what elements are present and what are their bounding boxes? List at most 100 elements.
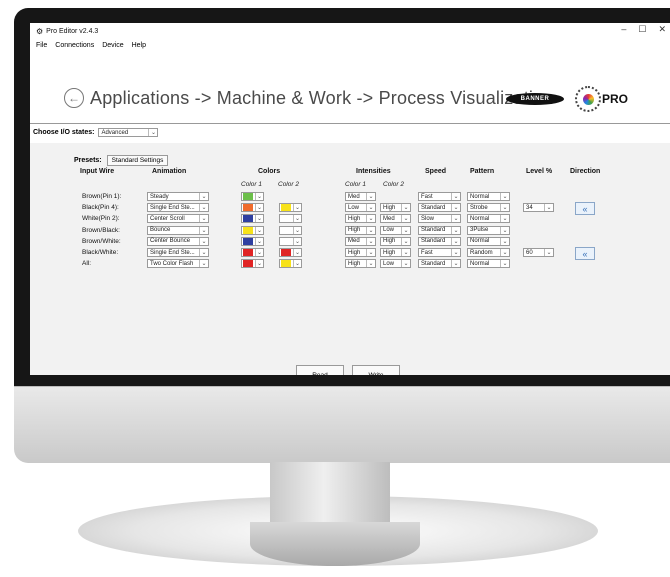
intensity2-select[interactable]: High ⌄	[380, 203, 411, 213]
color1-select[interactable]: ⌄	[241, 236, 264, 246]
color-swatch	[281, 227, 291, 234]
chevron-down-icon: ⌄	[544, 249, 553, 256]
read-button[interactable]: Read	[296, 365, 344, 375]
color1-select[interactable]: ⌄	[241, 248, 264, 257]
level-select[interactable]: 34 ⌄	[523, 203, 554, 213]
chevron-down-icon: ⌄	[293, 237, 301, 245]
intensity2-select[interactable]: Med ⌄	[380, 214, 411, 224]
intensity1-select[interactable]: High ⌄	[345, 248, 376, 257]
intensity1-select[interactable]: High ⌄	[345, 225, 376, 235]
write-button[interactable]: Write	[352, 365, 400, 375]
chevron-down-icon: ⌄	[401, 215, 410, 223]
pattern-select[interactable]: Normal ⌄	[467, 192, 510, 201]
chevron-down-icon: ⌄	[255, 260, 263, 268]
header-input-wire: Input Wire	[80, 168, 115, 175]
chevron-down-icon: ⌄	[401, 226, 410, 234]
maximize-button[interactable]: ☐	[638, 24, 646, 35]
pattern-select[interactable]: Normal ⌄	[467, 259, 510, 269]
chevron-down-icon: ⌄	[293, 249, 301, 256]
animation-select[interactable]: Two Color Flash ⌄	[147, 259, 209, 269]
color-swatch	[243, 193, 253, 200]
chevron-down-icon: ⌄	[199, 260, 208, 268]
intensity1-select[interactable]: High ⌄	[345, 214, 376, 224]
color1-select[interactable]: ⌄	[241, 259, 264, 269]
chevron-down-icon: ⌄	[293, 260, 301, 268]
color2-select[interactable]: ⌄	[279, 248, 302, 257]
input-wire-label: Brown/Black:	[82, 226, 120, 234]
banner-logo: BANNER	[506, 93, 564, 105]
color2-select[interactable]: ⌄	[279, 225, 302, 235]
level-select[interactable]: 60 ⌄	[523, 248, 554, 257]
color-swatch	[243, 215, 253, 223]
speed-select[interactable]: Standard ⌄	[418, 203, 461, 213]
back-arrow-icon[interactable]: ←	[64, 88, 84, 108]
intensity2-select[interactable]: High ⌄	[380, 248, 411, 257]
pattern-select[interactable]: Random ⌄	[467, 248, 510, 257]
settings-panel: Presets: Standard Settings Input Wire An…	[30, 143, 670, 375]
chevron-down-icon: ⌄	[255, 237, 263, 245]
chevron-down-icon: ⌄	[500, 193, 509, 200]
animation-select[interactable]: Center Bounce ⌄	[147, 236, 209, 246]
intensity1-select[interactable]: Med ⌄	[345, 236, 376, 246]
chevron-down-icon: ⌄	[293, 215, 301, 223]
animation-select[interactable]: Steady ⌄	[147, 192, 209, 201]
speed-select[interactable]: Standard ⌄	[418, 236, 461, 246]
color2-select[interactable]: ⌄	[279, 259, 302, 269]
chevron-down-icon: ⌄	[366, 193, 375, 200]
color-swatch	[243, 226, 253, 234]
color-swatch	[281, 204, 291, 212]
header-direction: Direction	[570, 168, 601, 175]
chevron-down-icon: ⌄	[255, 249, 263, 256]
minimize-button[interactable]: –	[621, 24, 626, 35]
menu-file[interactable]: File	[36, 42, 47, 49]
menu-help[interactable]: Help	[132, 42, 146, 49]
double-chevron-left-icon[interactable]: «	[575, 202, 595, 216]
animation-select[interactable]: Single End Ste... ⌄	[147, 248, 209, 257]
pattern-select[interactable]: Normal ⌄	[467, 236, 510, 246]
double-chevron-left-icon[interactable]: «	[575, 247, 595, 260]
speed-select[interactable]: Fast ⌄	[418, 192, 461, 201]
app-window: ⚙ Pro Editor v2.4.3 – ☐ ✕ File Connectio…	[30, 23, 670, 375]
intensity1-select[interactable]: High ⌄	[345, 259, 376, 269]
pattern-select[interactable]: Normal ⌄	[467, 214, 510, 224]
color2-select[interactable]: ⌄	[279, 236, 302, 246]
header-banner: ← Applications -> Machine & Work -> Proc…	[30, 73, 670, 123]
menu-connections[interactable]: Connections	[55, 42, 94, 49]
intensity2-select[interactable]: Low ⌄	[380, 225, 411, 235]
color2-select[interactable]: ⌄	[279, 203, 302, 213]
pattern-select[interactable]: 3Pulse ⌄	[467, 225, 510, 235]
color1-select[interactable]: ⌄	[241, 192, 264, 201]
menu-device[interactable]: Device	[102, 42, 123, 49]
standard-settings-button[interactable]: Standard Settings	[106, 155, 169, 166]
color-swatch	[281, 249, 291, 256]
color2-select[interactable]: ⌄	[279, 214, 302, 224]
close-button[interactable]: ✕	[658, 24, 666, 35]
color1-select[interactable]: ⌄	[241, 214, 264, 224]
color1-select[interactable]: ⌄	[241, 203, 264, 213]
animation-select[interactable]: Single End Ste... ⌄	[147, 203, 209, 213]
chevron-down-icon: ⌄	[401, 260, 410, 268]
intensity1-select[interactable]: Med ⌄	[345, 192, 376, 201]
chevron-down-icon: ⌄	[199, 249, 208, 256]
intensity2-select[interactable]: Low ⌄	[380, 259, 411, 269]
io-states-select[interactable]: Advanced ⌄	[98, 128, 159, 137]
speed-select[interactable]: Slow ⌄	[418, 214, 461, 224]
header-pattern: Pattern	[470, 168, 495, 175]
intensity1-select[interactable]: Low ⌄	[345, 203, 376, 213]
chevron-down-icon: ⌄	[255, 204, 263, 212]
divider	[30, 123, 670, 124]
monitor-chin	[14, 386, 670, 463]
animation-select[interactable]: Bounce ⌄	[147, 225, 209, 235]
color1-select[interactable]: ⌄	[241, 225, 264, 235]
speed-select[interactable]: Fast ⌄	[418, 248, 461, 257]
speed-select[interactable]: Standard ⌄	[418, 259, 461, 269]
speed-select[interactable]: Standard ⌄	[418, 225, 461, 235]
pattern-select[interactable]: Strobe ⌄	[467, 203, 510, 213]
header-speed: Speed	[425, 168, 447, 175]
animation-select[interactable]: Center Scroll ⌄	[147, 214, 209, 224]
chevron-down-icon: ⌄	[451, 193, 460, 200]
header-animation: Animation	[152, 168, 187, 175]
color-swatch	[281, 215, 291, 222]
subheader-intensity1: Color 1	[345, 181, 366, 188]
intensity2-select[interactable]: High ⌄	[380, 236, 411, 246]
